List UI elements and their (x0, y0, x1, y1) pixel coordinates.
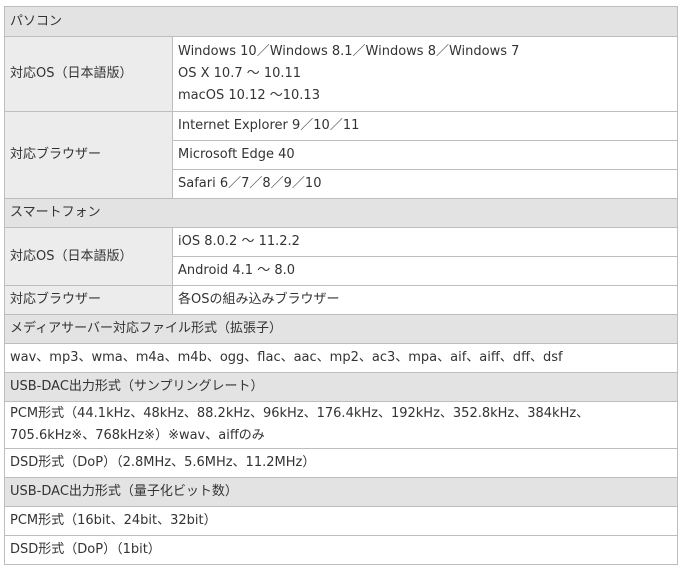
section-title-usb-dac-bit: USB-DAC出力形式（量子化ビット数） (3, 477, 679, 507)
row-pc-os: 対応OS（日本語版） Windows 10／Windows 8.1／Window… (4, 36, 679, 112)
row-media-server-formats: wav、mp3、wma、m4a、m4b、ogg、flac、aac、mp2、ac3… (3, 343, 679, 373)
row-sp-browser: 対応ブラウザー 各OSの組み込みブラウザー (4, 285, 679, 315)
spec-table: パソコン 対応OS（日本語版） Windows 10／Windows 8.1／W… (3, 6, 679, 565)
section-header-media-server: メディアサーバー対応ファイル形式（拡張子） (3, 314, 679, 344)
usb-dac-bit-pcm: PCM形式（16bit、24bit、32bit） (3, 506, 679, 536)
section-header-usb-dac-rate: USB-DAC出力形式（サンプリングレート） (3, 372, 679, 402)
pc-browser-label: 対応ブラウザー (4, 111, 173, 199)
usb-dac-rate-pcm-line-2: 705.6kHz※、768kHz※）※wav、aiffのみ (10, 428, 265, 443)
pc-browser-value-safari: Safari 6／7／8／9／10 (171, 169, 679, 199)
sp-browser-value: 各OSの組み込みブラウザー (171, 285, 679, 315)
usb-dac-rate-dsd: DSD形式（DoP）（2.8MHz、5.6MHz、11.2MHz） (3, 448, 679, 478)
sp-os-value-android: Android 4.1 ～ 8.0 (171, 256, 679, 286)
pc-os-value-osx: OS X 10.7 ～ 10.11 (178, 66, 302, 81)
section-header-pc: パソコン (3, 6, 679, 37)
pc-os-value-macos: macOS 10.12 ～10.13 (178, 88, 320, 103)
pc-os-values: Windows 10／Windows 8.1／Windows 8／Windows… (171, 36, 679, 112)
section-title-usb-dac-rate: USB-DAC出力形式（サンプリングレート） (3, 372, 679, 402)
row-sp-os-ios: 対応OS（日本語版） iOS 8.0.2 ～ 11.2.2 (4, 227, 679, 286)
row-usb-dac-rate-dsd: DSD形式（DoP）（2.8MHz、5.6MHz、11.2MHz） (3, 448, 679, 478)
row-pc-browser-ie: 対応ブラウザー Internet Explorer 9／10／11 (4, 111, 679, 199)
section-title-smartphone: スマートフォン (3, 198, 679, 228)
media-server-formats: wav、mp3、wma、m4a、m4b、ogg、flac、aac、mp2、ac3… (3, 343, 679, 373)
sp-os-value-ios: iOS 8.0.2 ～ 11.2.2 (171, 227, 679, 257)
sp-os-label: 対応OS（日本語版） (4, 227, 173, 286)
row-usb-dac-bit-dsd: DSD形式（DoP）（1bit） (3, 535, 679, 565)
pc-browser-value-edge: Microsoft Edge 40 (171, 140, 679, 170)
row-usb-dac-bit-pcm: PCM形式（16bit、24bit、32bit） (3, 506, 679, 536)
pc-os-value-windows: Windows 10／Windows 8.1／Windows 8／Windows… (178, 44, 520, 59)
sp-browser-label: 対応ブラウザー (4, 285, 173, 315)
pc-browser-value-ie: Internet Explorer 9／10／11 (171, 111, 679, 141)
usb-dac-bit-dsd: DSD形式（DoP）（1bit） (3, 535, 679, 565)
section-title-media-server: メディアサーバー対応ファイル形式（拡張子） (3, 314, 679, 344)
section-header-smartphone: スマートフォン (3, 198, 679, 228)
section-header-usb-dac-bit: USB-DAC出力形式（量子化ビット数） (3, 477, 679, 507)
section-title-pc: パソコン (3, 6, 679, 37)
pc-os-label: 対応OS（日本語版） (4, 36, 173, 112)
usb-dac-rate-pcm: PCM形式（44.1kHz、48kHz、88.2kHz、96kHz、176.4k… (3, 401, 679, 449)
usb-dac-rate-pcm-line-1: PCM形式（44.1kHz、48kHz、88.2kHz、96kHz、176.4k… (10, 406, 590, 421)
row-usb-dac-rate-pcm: PCM形式（44.1kHz、48kHz、88.2kHz、96kHz、176.4k… (3, 401, 679, 449)
